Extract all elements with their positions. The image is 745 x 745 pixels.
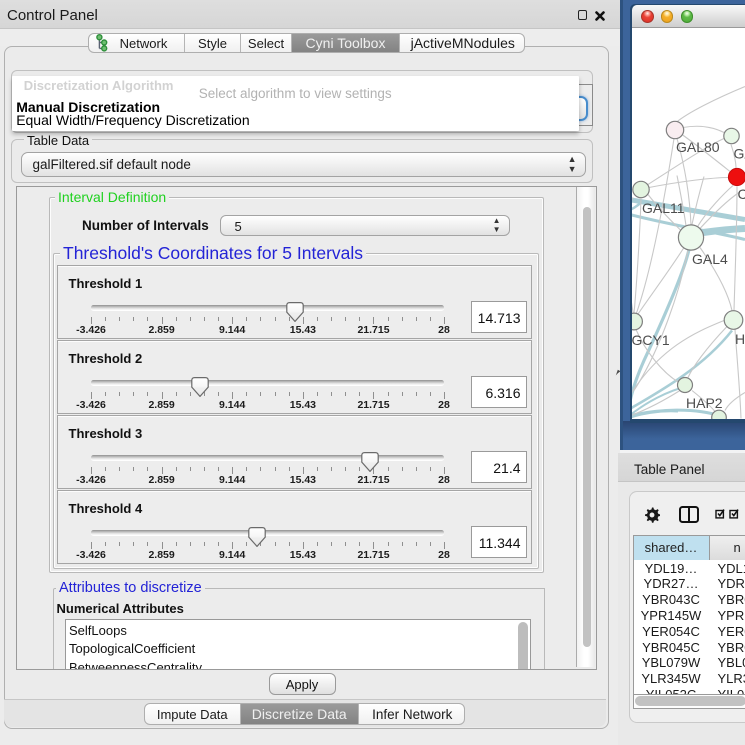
svg-text:GAL11: GAL11 [642, 200, 685, 216]
svg-text:GAL80: GAL80 [676, 139, 720, 155]
svg-text:H: H [735, 331, 745, 347]
svg-text:HAP2: HAP2 [686, 395, 723, 411]
svg-text:GA: GA [734, 145, 745, 161]
svg-text:GCY1: GCY1 [632, 332, 670, 348]
svg-text:GAL4: GAL4 [692, 251, 728, 267]
svg-text:C: C [738, 186, 745, 202]
